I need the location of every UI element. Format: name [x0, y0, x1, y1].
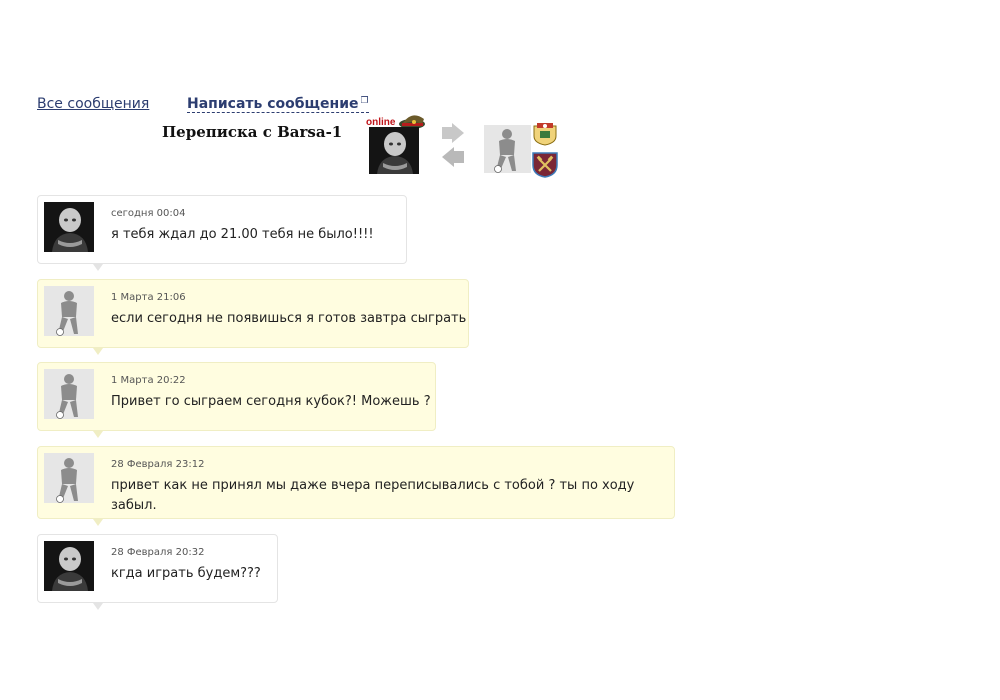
message-item: сегодня 00:04 я тебя ждал до 21.00 тебя … — [37, 195, 407, 264]
external-window-icon: ❐ — [360, 96, 369, 106]
message-text: кгда играть будем??? — [111, 566, 261, 581]
message-time: сегодня 00:04 — [111, 208, 186, 219]
message-time: 28 Февраля 23:12 — [111, 459, 205, 470]
opponent-avatar[interactable] — [44, 286, 94, 336]
club-crest-icon — [533, 123, 557, 146]
my-avatar[interactable] — [44, 541, 94, 591]
opponent-avatar[interactable] — [44, 453, 94, 503]
message-tail — [93, 519, 103, 526]
message-time: 1 Марта 21:06 — [111, 292, 186, 303]
opponent-avatar[interactable] — [44, 369, 94, 419]
message-text: я тебя ждал до 21.00 тебя не было!!!! — [111, 227, 374, 242]
west-ham-crest-icon — [532, 152, 558, 178]
message-text: привет как не принял мы даже вчера переп… — [111, 478, 635, 513]
message-item: 1 Марта 21:06 если сегодня не появишься … — [37, 279, 469, 348]
message-tail — [93, 603, 103, 610]
message-tail — [93, 264, 103, 271]
message-item: 1 Марта 20:22 Привет го сыграем сегодня … — [37, 362, 436, 431]
message-text: если сегодня не появишься я готов завтра… — [111, 311, 467, 326]
all-messages-link[interactable]: Все сообщения — [37, 96, 149, 112]
message-tail — [93, 348, 103, 355]
conversation-title: Переписка с Barsa-1 — [162, 123, 343, 141]
message-text: Привет го сыграем сегодня кубок?! Можешь… — [111, 394, 431, 409]
write-message-link[interactable]: Написать сообщение ❐ — [187, 96, 369, 113]
opponent-avatar[interactable] — [484, 125, 531, 173]
write-message-label: Написать сообщение — [187, 96, 359, 112]
my-avatar[interactable] — [369, 127, 419, 174]
my-avatar[interactable] — [44, 202, 94, 252]
message-time: 1 Марта 20:22 — [111, 375, 186, 386]
message-tail — [93, 431, 103, 438]
message-item: 28 Февраля 23:12 привет как не принял мы… — [37, 446, 675, 519]
message-item: 28 Февраля 20:32 кгда играть будем??? — [37, 534, 278, 603]
message-time: 28 Февраля 20:32 — [111, 547, 205, 558]
swap-arrows-icon — [442, 123, 464, 167]
